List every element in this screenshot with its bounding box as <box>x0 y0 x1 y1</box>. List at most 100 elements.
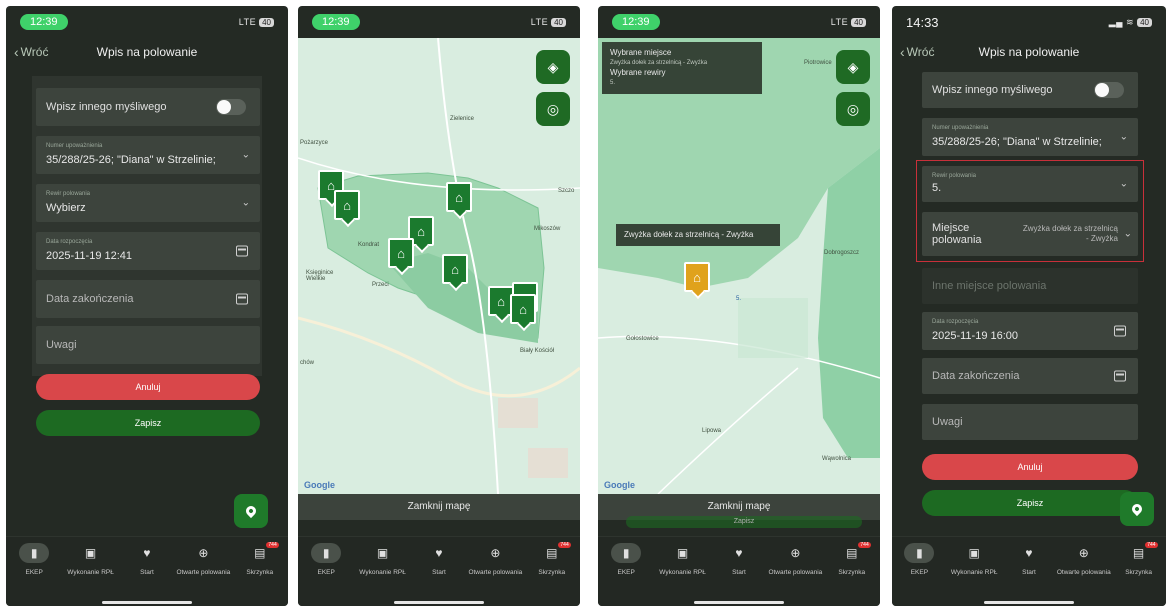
save-button[interactable]: Zapisz <box>922 490 1138 516</box>
tab-start[interactable]: ♥ Start <box>1002 543 1056 606</box>
hunting-stand-marker[interactable]: ⌂ <box>510 294 536 324</box>
save-button[interactable]: Zapisz <box>36 410 260 436</box>
tab-label: Otwarte polowania <box>1056 569 1111 576</box>
other-hunter-toggle[interactable] <box>1094 82 1124 98</box>
status-bar: 12:39 LTE 40 <box>298 6 580 38</box>
map-fab-button[interactable] <box>1120 492 1154 526</box>
tab-ekep[interactable]: ▮ EKEP <box>7 543 61 606</box>
authorization-select[interactable]: Numer upoważnienia 35/288/25-26; "Diana"… <box>922 118 1138 156</box>
hunting-stand-marker[interactable]: ⌂ <box>334 190 360 220</box>
tab-open-hunts[interactable]: ⊕ Otwarte polowania <box>468 543 522 606</box>
chevron-left-icon: ‹ <box>14 44 19 60</box>
chevron-down-icon: ⌄ <box>241 149 250 161</box>
hunting-map[interactable]: Zielenice Pożarzyce Księginice Wielkie P… <box>298 38 580 494</box>
place-select[interactable]: Miejsce polowania Zwyżka dołek za strzel… <box>922 212 1138 256</box>
start-date-field[interactable]: Data rozpoczęcia 2025-11-19 12:41 <box>36 232 260 270</box>
tab-start[interactable]: ♥ Start <box>412 543 466 606</box>
battery-indicator: 40 <box>851 18 866 27</box>
tab-open-hunts[interactable]: ⊕ Otwarte polowania <box>176 543 230 606</box>
other-hunter-toggle[interactable] <box>216 99 246 115</box>
end-date-field[interactable]: Data zakończenia <box>922 358 1138 394</box>
back-label: Wróć <box>906 45 935 59</box>
map-fab-button[interactable] <box>234 494 268 528</box>
layers-button[interactable]: ◈ <box>536 50 570 84</box>
locate-me-button[interactable]: ◎ <box>536 92 570 126</box>
tab-rpl[interactable]: ▣ Wykonanie RPŁ <box>656 543 710 606</box>
tab-ekep[interactable]: ▮ EKEP <box>299 543 353 606</box>
hunting-stand-marker[interactable]: ⌂ <box>442 254 468 284</box>
authorization-value: 35/288/25-26; "Diana" w Strzelinie; <box>932 136 1102 148</box>
battery-indicator: 40 <box>259 18 274 27</box>
calendar-icon: ▣ <box>968 546 980 560</box>
selected-stand-marker[interactable]: ⌂ <box>684 262 710 292</box>
notes-placeholder: Uwagi <box>932 416 963 428</box>
tab-open-hunts[interactable]: ⊕ Otwarte polowania <box>768 543 822 606</box>
selection-info-panel: Wybrane miejsce Zwyżka dołek za strzelni… <box>602 42 762 94</box>
map-label: Zielenice <box>450 116 475 122</box>
tab-bar: ▮ EKEP ▣ Wykonanie RPŁ ♥ Start ⊕ Otwarte pol… <box>6 536 288 606</box>
screenshot-stage: 12:39 LTE 40 ‹ Wróć Wpis na polowanie Wpis… <box>0 0 1166 606</box>
tab-label: Otwarte polowania <box>176 569 231 576</box>
notes-field[interactable]: Uwagi <box>922 404 1138 440</box>
target-icon: ⊕ <box>198 546 209 560</box>
tab-bar: ▮ EKEP ▣ Wykonanie RPŁ ♥ Start ⊕ Otwarte pol… <box>598 536 880 606</box>
hunting-stand-marker[interactable]: ⌂ <box>388 238 414 268</box>
save-button[interactable]: Zapisz <box>626 516 862 528</box>
tab-inbox[interactable]: ▤ 744 Skrzynka <box>825 542 879 606</box>
tab-start[interactable]: ♥ Start <box>120 543 174 606</box>
tab-start[interactable]: ♥ Start <box>712 543 766 606</box>
tab-open-hunts[interactable]: ⊕ Otwarte polowania <box>1057 543 1111 606</box>
tab-label: Otwarte polowania <box>768 569 823 576</box>
start-date-value: 2025-11-19 16:00 <box>932 330 1019 342</box>
cancel-button[interactable]: Anuluj <box>922 454 1138 480</box>
map-label: Gołostowice <box>626 336 659 342</box>
signal-indicator: LTE <box>530 17 549 27</box>
status-bar: 12:39 LTE 40 <box>6 6 288 38</box>
chevron-down-icon: ⌄ <box>1119 131 1128 143</box>
tab-ekep[interactable]: ▮ EKEP <box>892 543 946 606</box>
start-date-label: Data rozpoczęcia <box>932 319 979 325</box>
other-place-placeholder: Inne miejsce polowania <box>932 280 1047 292</box>
calendar-icon <box>1114 370 1126 382</box>
start-date-field[interactable]: Data rozpoczęcia 2025-11-19 16:00 <box>922 312 1138 350</box>
back-button[interactable]: ‹ Wróć <box>900 44 934 60</box>
district-select[interactable]: Rewir polowania Wybierz ⌄ <box>36 184 260 222</box>
phone-form-filled: 14:33 ▂▄ ≋ 40 ‹ Wróć Wpis na polowanie Wpi… <box>892 6 1166 606</box>
tab-label: Wykonanie RPŁ <box>950 569 998 576</box>
hunting-map[interactable]: Wybrane miejsce Zwyżka dołek za strzelni… <box>598 38 880 494</box>
tab-rpl[interactable]: ▣ Wykonanie RPŁ <box>64 543 118 606</box>
tab-inbox[interactable]: ▤ 744 Skrzynka <box>1112 542 1166 606</box>
home-indicator <box>694 601 784 604</box>
crosshair-icon: ◎ <box>546 100 560 117</box>
close-map-button[interactable]: Zamknij mapę <box>298 494 580 520</box>
home-indicator <box>102 601 192 604</box>
end-date-field[interactable]: Data zakończenia <box>36 280 260 318</box>
back-label: Wróć <box>20 45 49 59</box>
locate-me-button[interactable]: ◎ <box>836 92 870 126</box>
tab-label: Skrzynka <box>1125 569 1152 576</box>
authorization-select[interactable]: Numer upoważnienia 35/288/25-26; "Diana"… <box>36 136 260 174</box>
map-label: Dobrogoszcz <box>824 250 860 256</box>
notes-field[interactable]: Uwagi <box>36 326 260 364</box>
cancel-button[interactable]: Anuluj <box>36 374 260 400</box>
place-label: Miejsce polowania <box>932 222 982 246</box>
tab-inbox[interactable]: ▤ 744 Skrzynka <box>525 542 579 606</box>
other-hunter-toggle-row[interactable]: Wpisz innego myśliwego <box>36 88 260 126</box>
hunting-stand-marker[interactable]: ⌂ <box>446 182 472 212</box>
tab-bar: ▮ EKEP ▣ Wykonanie RPŁ ♥ Start ⊕ Otwarte pol… <box>892 536 1166 606</box>
inbox-badge: 744 <box>1145 542 1158 548</box>
other-place-field[interactable]: Inne miejsce polowania <box>922 268 1138 304</box>
tab-ekep[interactable]: ▮ EKEP <box>599 543 653 606</box>
tab-inbox[interactable]: ▤ 744 Skrzynka <box>233 542 287 606</box>
deer-icon: ♥ <box>735 546 743 560</box>
layers-button[interactable]: ◈ <box>836 50 870 84</box>
authorization-label: Numer upoważnienia <box>932 125 989 131</box>
district-select[interactable]: Rewir polowania 5. ⌄ <box>922 166 1138 202</box>
battery-indicator: 40 <box>551 18 566 27</box>
tab-rpl[interactable]: ▣ Wykonanie RPŁ <box>356 543 410 606</box>
back-button[interactable]: ‹ Wróć <box>14 44 48 60</box>
calendar-icon <box>236 293 248 305</box>
other-hunter-toggle-row[interactable]: Wpisz innego myśliwego <box>922 72 1138 108</box>
tab-rpl[interactable]: ▣ Wykonanie RPŁ <box>947 543 1001 606</box>
deer-icon: ♥ <box>143 546 151 560</box>
